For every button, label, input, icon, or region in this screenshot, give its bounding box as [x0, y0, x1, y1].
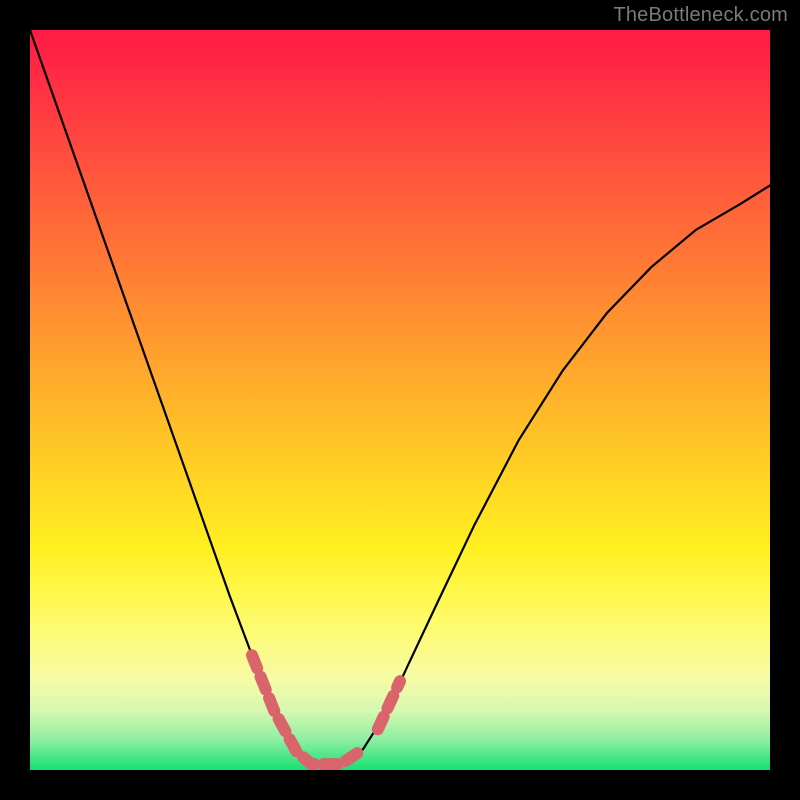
- bottleneck-curve: [30, 30, 770, 764]
- curve-layer: [30, 30, 770, 770]
- valley-highlight-2: [378, 681, 400, 729]
- chart-stage: TheBottleneck.com: [0, 0, 800, 800]
- plot-area: [30, 30, 770, 770]
- valley-highlight-1: [252, 655, 363, 764]
- watermark-text: TheBottleneck.com: [613, 4, 788, 27]
